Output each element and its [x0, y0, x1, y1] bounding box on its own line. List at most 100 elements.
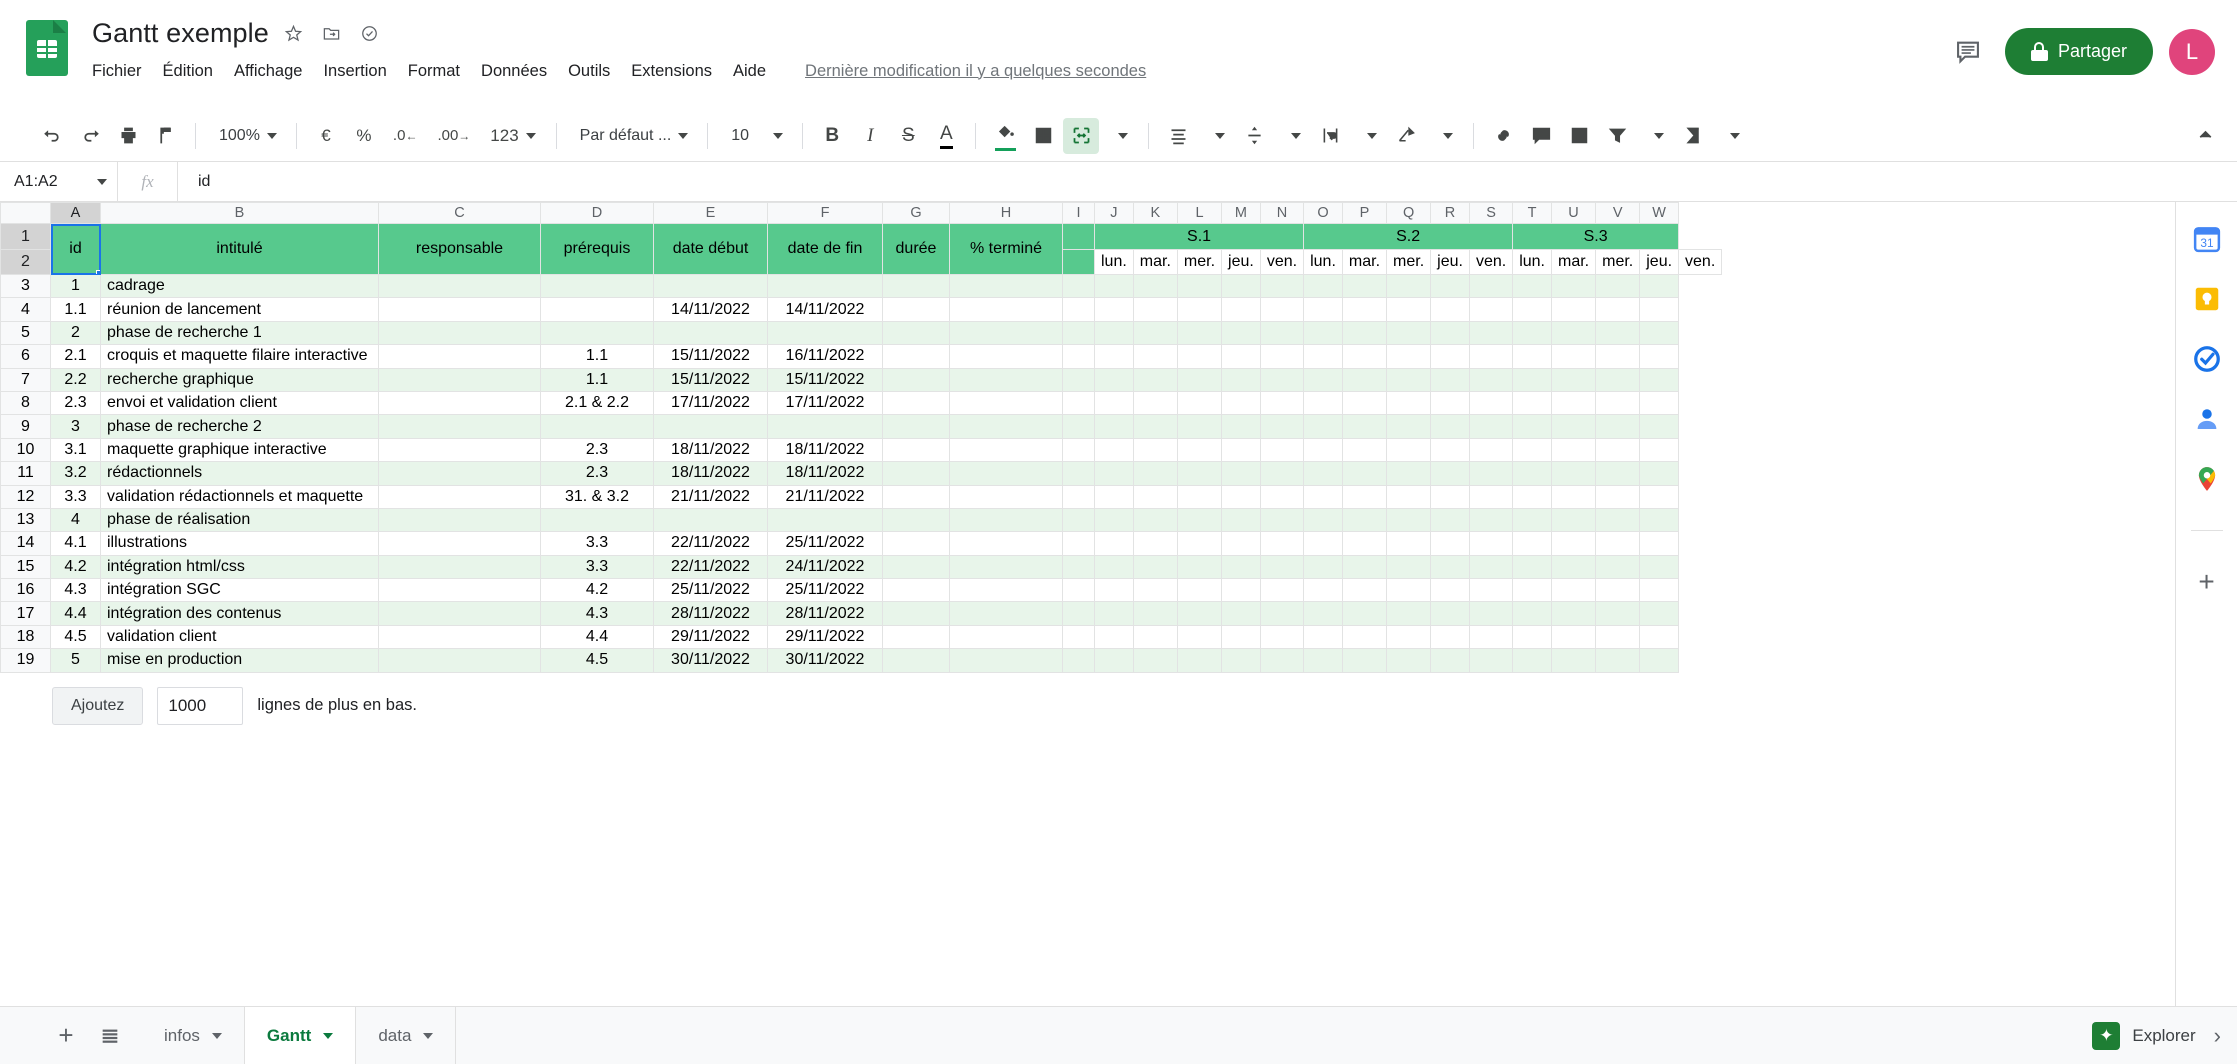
cell-gantt-day[interactable] — [1468, 297, 1514, 322]
cell-gantt-day[interactable] — [1550, 578, 1597, 603]
cell-date-fin[interactable]: 29/11/2022 — [767, 624, 883, 650]
select-all-corner[interactable] — [0, 202, 51, 224]
cell-gantt-day[interactable] — [1341, 507, 1388, 533]
cell-gantt-day[interactable] — [1639, 648, 1680, 673]
cell-date-fin[interactable] — [767, 273, 883, 299]
cell-gantt-day[interactable] — [1221, 554, 1261, 580]
cell-date-fin[interactable]: 18/11/2022 — [767, 437, 883, 463]
cell-gantt-day[interactable] — [1062, 437, 1095, 463]
cell-gantt-day[interactable] — [1303, 531, 1343, 556]
cell-gantt-day[interactable] — [1132, 507, 1178, 533]
cell-gantt-day[interactable] — [1550, 437, 1597, 463]
cell-date-fin[interactable]: 15/11/2022 — [767, 367, 883, 392]
add-rows-count-input[interactable] — [157, 686, 244, 725]
cell-gantt-day[interactable] — [1595, 601, 1641, 626]
cell-duree[interactable] — [882, 531, 950, 556]
menu-item-insertion[interactable]: Insertion — [323, 62, 386, 81]
cell-date-debut[interactable]: 25/11/2022 — [653, 578, 768, 603]
cell-day-4[interactable]: ven. — [1259, 249, 1305, 275]
horizontal-align-icon[interactable] — [1160, 118, 1196, 154]
row-header-8[interactable]: 8 — [0, 390, 51, 416]
cell-week-s2[interactable]: S.2 — [1303, 223, 1514, 250]
cell-date-fin[interactable] — [767, 414, 883, 439]
row-header-4[interactable]: 4 — [0, 297, 51, 322]
cell-header-pct-termine[interactable]: % terminé — [949, 223, 1063, 275]
cell-gantt-day[interactable] — [1386, 297, 1432, 322]
cell-id[interactable]: 1.1 — [50, 297, 101, 322]
column-header-r[interactable]: R — [1430, 202, 1470, 224]
menu-item-extensions[interactable]: Extensions — [631, 62, 712, 81]
cell-id[interactable]: 5 — [50, 648, 101, 673]
spreadsheet-grid[interactable]: A B C D E F G H I J K L M N O P Q R S T — [0, 202, 2175, 1006]
sheet-tab-infos[interactable]: infos — [142, 1007, 245, 1064]
text-rotation-chevron-icon[interactable] — [1426, 118, 1462, 154]
cell-prerequis[interactable]: 2.3 — [540, 437, 654, 463]
cell-gantt-day[interactable] — [1595, 624, 1641, 650]
cell-gantt-day[interactable] — [1639, 320, 1680, 346]
cell-gantt-day[interactable] — [1430, 578, 1470, 603]
cell-gantt-day[interactable] — [1386, 578, 1432, 603]
cell-gantt-day[interactable] — [1303, 273, 1343, 299]
column-header-d[interactable]: D — [540, 202, 654, 224]
cell-gantt-day[interactable] — [1512, 601, 1552, 626]
cell-gantt-day[interactable] — [1259, 648, 1305, 673]
menu-item-fichier[interactable]: Fichier — [92, 62, 142, 81]
cell-gantt-day[interactable] — [1132, 273, 1178, 299]
cell-prerequis[interactable] — [540, 507, 654, 533]
cell-gantt-day[interactable] — [1512, 484, 1552, 509]
cell-gantt-day[interactable] — [1094, 484, 1134, 509]
row-header-1[interactable]: 1 — [0, 223, 51, 250]
cell-gantt-day[interactable] — [1341, 624, 1388, 650]
sheet-tab-gantt[interactable]: Gantt — [244, 1007, 357, 1064]
column-header-o[interactable]: O — [1303, 202, 1343, 224]
insert-link-icon[interactable] — [1485, 118, 1521, 154]
row-header-15[interactable]: 15 — [0, 554, 51, 580]
open-comment-history-icon[interactable] — [1947, 31, 1989, 73]
cell-id[interactable]: 3.2 — [50, 461, 101, 486]
cell-gantt-day[interactable] — [1094, 367, 1134, 392]
text-rotation-icon[interactable] — [1388, 118, 1424, 154]
cell-gantt-day[interactable] — [1550, 624, 1597, 650]
functions-chevron-icon[interactable] — [1713, 118, 1749, 154]
cell-gantt-day[interactable] — [1550, 297, 1597, 322]
cell-date-debut[interactable]: 18/11/2022 — [653, 437, 768, 463]
cell-gantt-day[interactable] — [1176, 390, 1223, 416]
row-header-10[interactable]: 10 — [0, 437, 51, 463]
move-to-folder-icon[interactable] — [319, 20, 345, 46]
cell-gantt-day[interactable] — [1062, 554, 1095, 580]
cell-gantt-day[interactable] — [1341, 578, 1388, 603]
cell-intitule[interactable]: phase de réalisation — [100, 507, 379, 533]
cell-date-debut[interactable]: 22/11/2022 — [653, 554, 768, 580]
cell-gantt-day[interactable] — [1595, 344, 1641, 369]
cell-gantt-day[interactable] — [1639, 461, 1680, 486]
cell-gantt-day[interactable] — [1341, 390, 1388, 416]
cell-gantt-day[interactable] — [1512, 414, 1552, 439]
cell-gantt-day[interactable] — [1062, 344, 1095, 369]
cell-duree[interactable] — [882, 578, 950, 603]
cell-intitule[interactable]: phase de recherche 2 — [100, 414, 379, 439]
cell-date-fin[interactable] — [767, 507, 883, 533]
cell-pct-termine[interactable] — [949, 390, 1063, 416]
column-header-a[interactable]: A — [50, 202, 101, 224]
cell-gantt-day[interactable] — [1221, 648, 1261, 673]
column-header-m[interactable]: M — [1221, 202, 1261, 224]
cell-responsable[interactable] — [378, 554, 541, 580]
cell-pct-termine[interactable] — [949, 273, 1063, 299]
cell-prerequis[interactable]: 1.1 — [540, 367, 654, 392]
font-family-selector[interactable]: Par défaut ... — [568, 118, 697, 154]
cell-prerequis[interactable]: 31. & 3.2 — [540, 484, 654, 509]
cell-gantt-day[interactable] — [1259, 601, 1305, 626]
cell-gantt-day[interactable] — [1132, 414, 1178, 439]
cell-gantt-day[interactable] — [1132, 461, 1178, 486]
cell-date-debut[interactable]: 30/11/2022 — [653, 648, 768, 673]
cell-gantt-day[interactable] — [1221, 578, 1261, 603]
cell-id[interactable]: 2.3 — [50, 390, 101, 416]
cell-gantt-day[interactable] — [1430, 320, 1470, 346]
cell-gantt-day[interactable] — [1094, 531, 1134, 556]
cell-pct-termine[interactable] — [949, 344, 1063, 369]
cell-gantt-day[interactable] — [1550, 367, 1597, 392]
cell-gantt-day[interactable] — [1221, 320, 1261, 346]
cell-date-debut[interactable]: 15/11/2022 — [653, 344, 768, 369]
cell-date-fin[interactable]: 28/11/2022 — [767, 601, 883, 626]
cell-gantt-day[interactable] — [1468, 507, 1514, 533]
